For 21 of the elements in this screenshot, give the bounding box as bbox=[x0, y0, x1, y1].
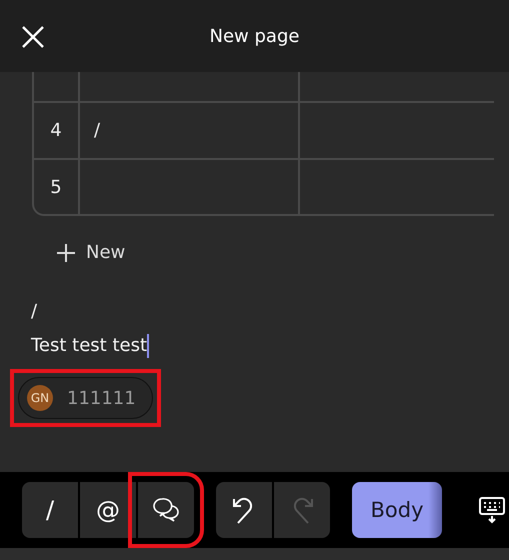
avatar: GN bbox=[27, 385, 53, 411]
row-number: 5 bbox=[50, 176, 62, 198]
comment-text: 111111 bbox=[67, 388, 136, 408]
slash-button[interactable]: / bbox=[22, 482, 78, 538]
paragraph: Test test test bbox=[31, 334, 148, 358]
comment-chip[interactable]: GN 111111 bbox=[18, 377, 153, 419]
hide-keyboard-button[interactable] bbox=[478, 496, 506, 524]
paragraph: / bbox=[31, 300, 38, 324]
close-button[interactable] bbox=[20, 24, 46, 50]
chat-bubbles-icon bbox=[152, 497, 180, 523]
keyboard-icon bbox=[478, 496, 506, 524]
text-style-button[interactable]: Body bbox=[352, 482, 442, 538]
new-row-button[interactable]: New bbox=[56, 238, 126, 267]
page-title: New page bbox=[210, 26, 300, 46]
row-number: 4 bbox=[50, 120, 62, 141]
table-cell: / bbox=[94, 120, 100, 141]
undo-button[interactable] bbox=[216, 482, 272, 538]
close-icon bbox=[20, 24, 46, 50]
mention-button[interactable]: @ bbox=[80, 482, 136, 538]
plus-icon bbox=[56, 242, 76, 262]
comment-button[interactable] bbox=[138, 482, 194, 538]
